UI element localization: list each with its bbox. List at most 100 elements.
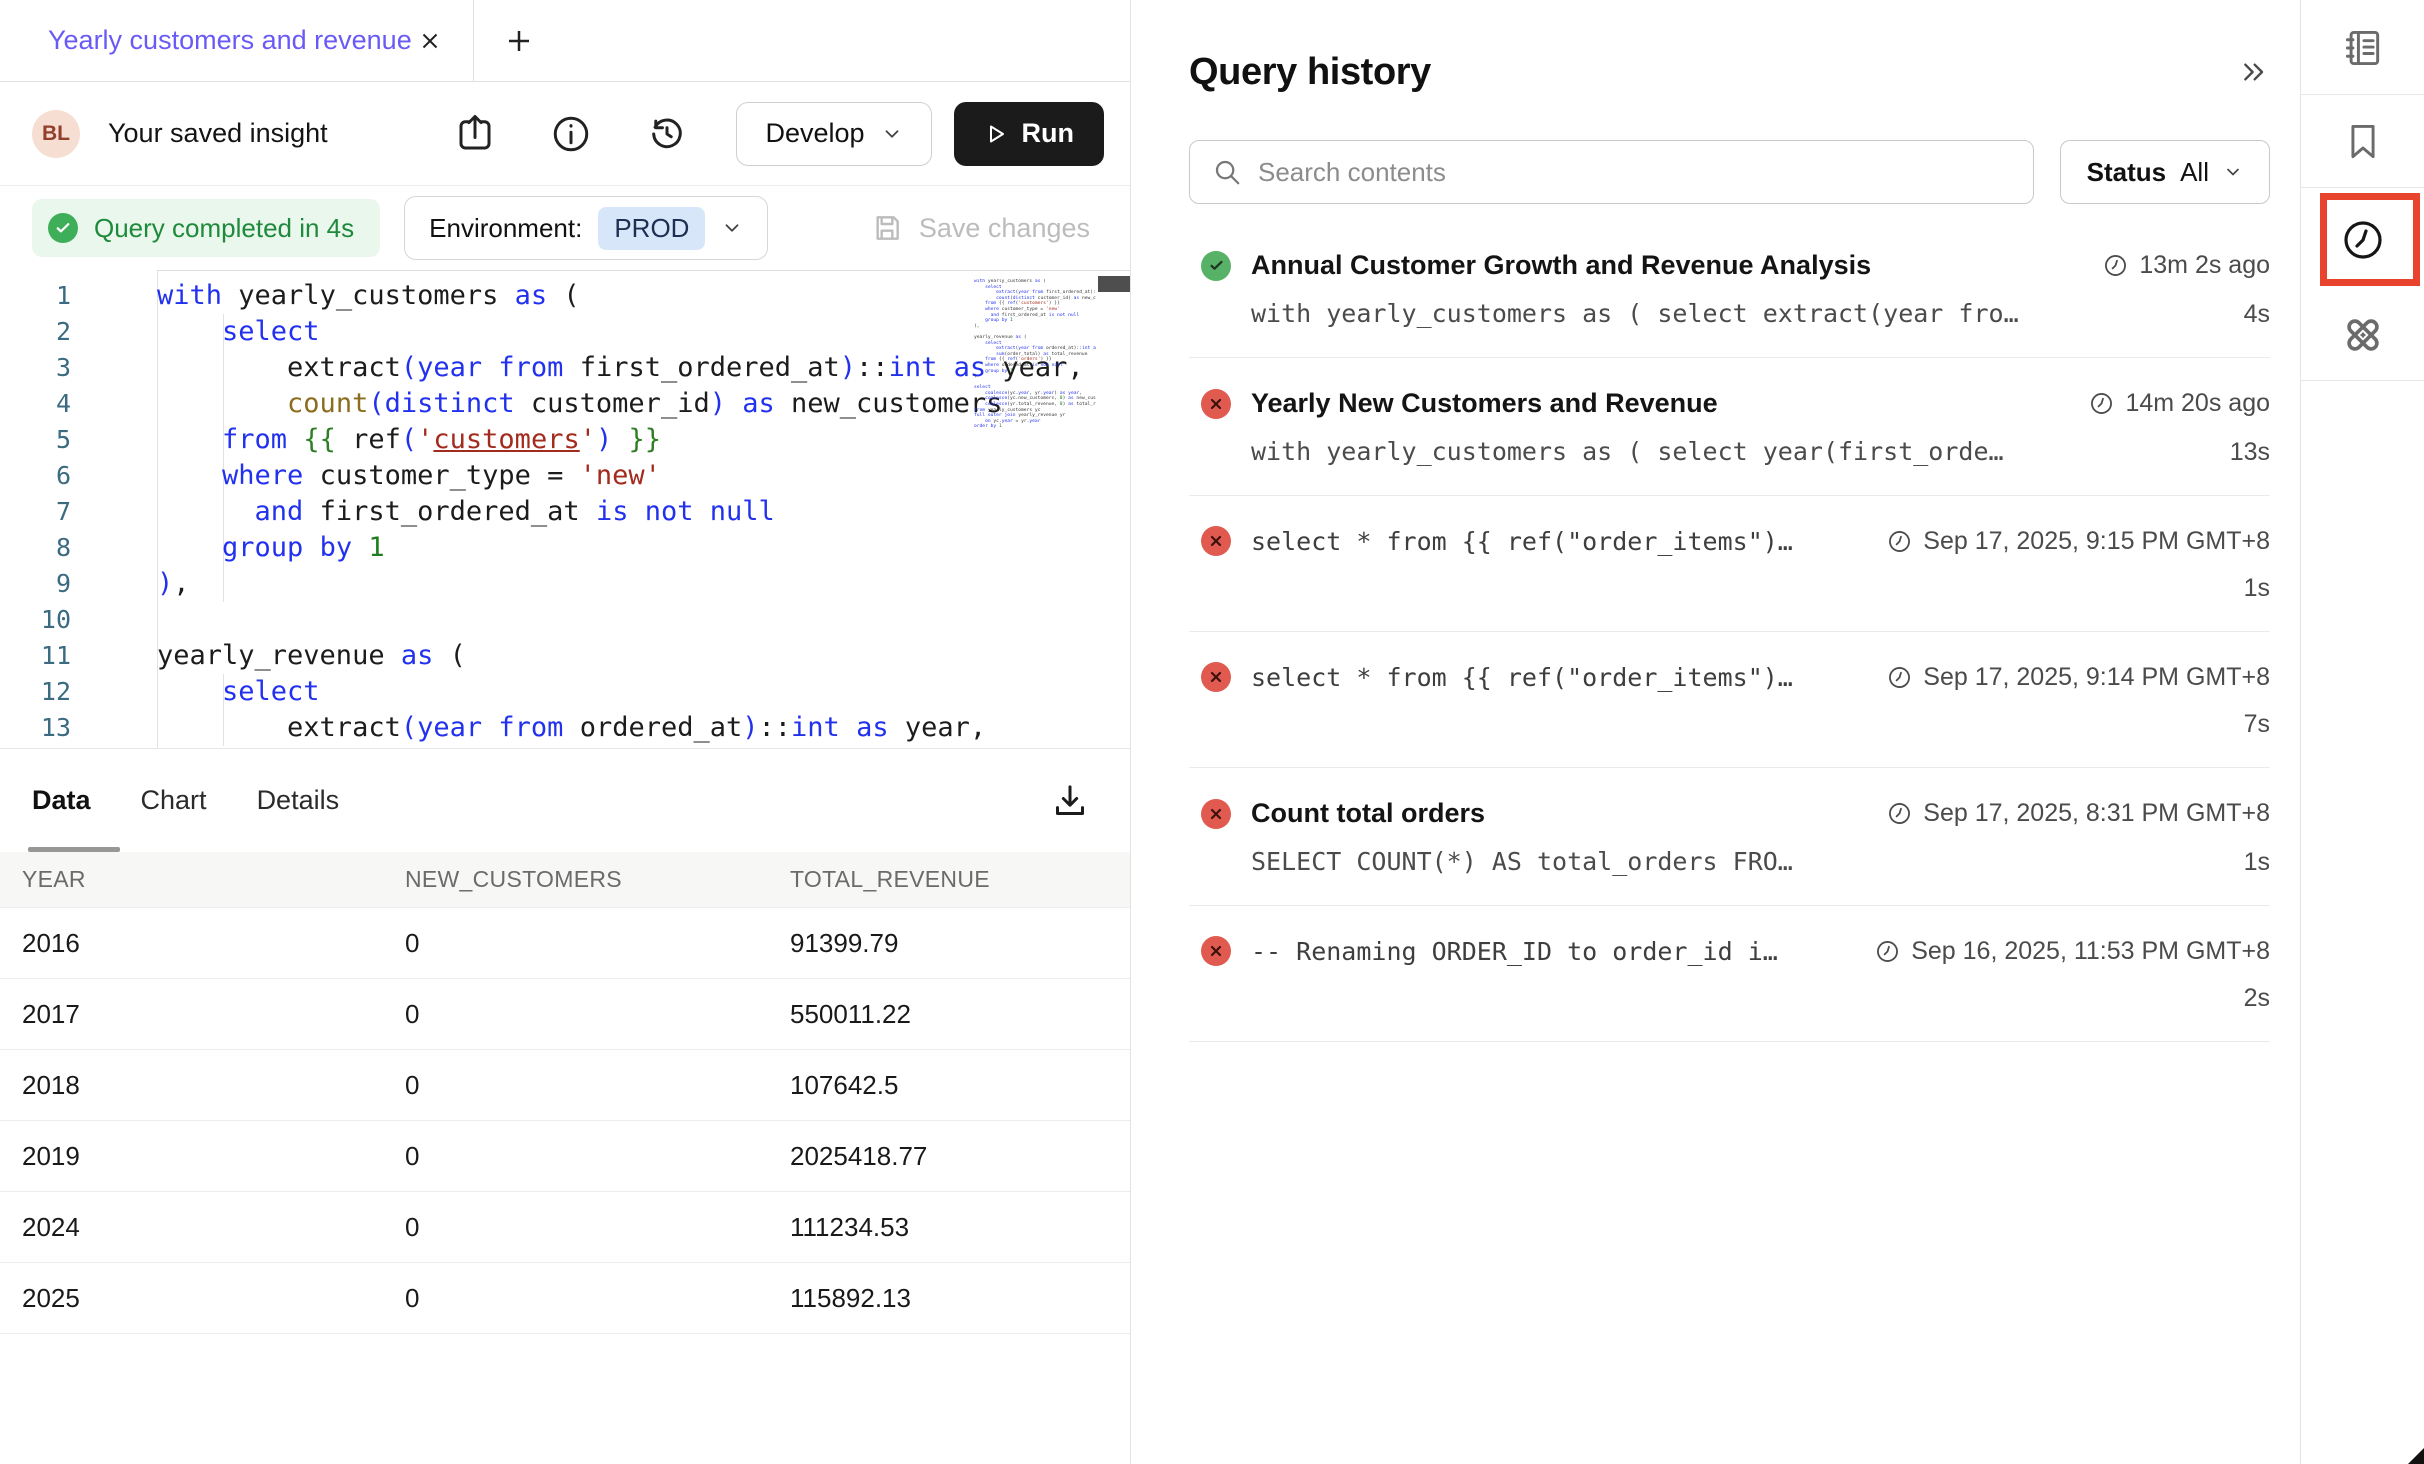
history-item[interactable]: Annual Customer Growth and Revenue Analy…	[1189, 220, 2270, 358]
close-tab-icon[interactable]	[417, 28, 443, 54]
develop-dropdown[interactable]: Develop	[736, 102, 931, 166]
code-line: 2 select	[0, 314, 1130, 350]
status-filter-dropdown[interactable]: Status All	[2060, 140, 2270, 204]
share-icon[interactable]	[454, 113, 496, 155]
code-lines: 1 with yearly_customers as ( 2 select 3 …	[0, 278, 1130, 746]
bookmark-icon[interactable]	[2301, 120, 2424, 164]
query-status-text: Query completed in 4s	[94, 213, 354, 244]
line-number: 2	[0, 314, 105, 350]
table-cell: 2025	[22, 1283, 405, 1314]
line-number: 11	[0, 638, 105, 674]
app-root: Yearly customers and revenue BL Your sav…	[0, 0, 2424, 1464]
code-line: 1 with yearly_customers as (	[0, 278, 1130, 314]
table-row: 2016091399.79	[0, 908, 1130, 979]
table-cell: 0	[405, 1212, 790, 1243]
success-check-icon	[48, 213, 78, 243]
table-row: 20250115892.13	[0, 1263, 1130, 1334]
table-cell: 0	[405, 1283, 790, 1314]
history-controls: Status All	[1189, 140, 2270, 204]
code-line: 6 where customer_type = 'new'	[0, 458, 1130, 494]
code-line: 8 group by 1	[0, 530, 1130, 566]
search-box	[1189, 140, 2034, 204]
query-history-header: Query history	[1189, 40, 2270, 104]
error-status-icon	[1201, 662, 1231, 692]
clock-icon	[2102, 252, 2129, 279]
clock-icon	[1886, 528, 1913, 555]
insight-toolbar: BL Your saved insight Develop Run	[0, 82, 1130, 186]
line-number: 12	[0, 674, 105, 710]
save-changes-button[interactable]: Save changes	[871, 212, 1090, 244]
table-cell: 111234.53	[790, 1212, 1130, 1243]
history-item[interactable]: select * from {{ ref("order_items")… Sep…	[1189, 496, 2270, 632]
history-item[interactable]: Count total orders Sep 17, 2025, 8:31 PM…	[1189, 768, 2270, 906]
tab-yearly-customers-and-revenue[interactable]: Yearly customers and revenue	[0, 0, 474, 81]
code-text: extract(year from first_ordered_at)::int…	[105, 350, 1084, 386]
editor-pane: Yearly customers and revenue BL Your sav…	[0, 0, 1131, 1464]
history-clock-icon[interactable]	[2301, 216, 2424, 264]
results-table: YEARNEW_CUSTOMERSTOTAL_REVENUE 201609139…	[0, 852, 1130, 1334]
editor-scrollbar-thumb[interactable]	[1098, 276, 1130, 292]
environment-value-badge: PROD	[598, 207, 705, 250]
query-status-pill: Query completed in 4s	[32, 199, 380, 257]
download-icon[interactable]	[1050, 781, 1090, 821]
new-tab-button[interactable]	[504, 26, 534, 56]
version-history-icon[interactable]	[646, 113, 688, 155]
run-label: Run	[1022, 118, 1074, 149]
rail-divider	[2301, 94, 2424, 95]
table-cell: 2018	[22, 1070, 405, 1101]
code-line: 11 yearly_revenue as (	[0, 638, 1130, 674]
code-line: 3 extract(year from first_ordered_at)::i…	[0, 350, 1130, 386]
avatar[interactable]: BL	[32, 110, 80, 158]
history-item-title: Yearly New Customers and Revenue	[1251, 388, 2068, 419]
code-text: from {{ ref('customers') }}	[105, 422, 661, 458]
history-item-title: Annual Customer Growth and Revenue Analy…	[1251, 250, 2082, 281]
table-row: 20240111234.53	[0, 1192, 1130, 1263]
code-text: where customer_type = 'new'	[105, 458, 661, 494]
rail-divider	[2301, 380, 2424, 381]
code-line: 7 and first_ordered_at is not null	[0, 494, 1130, 530]
table-cell: 107642.5	[790, 1070, 1130, 1101]
history-item[interactable]: select * from {{ ref("order_items")… Sep…	[1189, 632, 2270, 768]
history-item-query-preview: with yearly_customers as ( select year(f…	[1251, 437, 2230, 466]
error-status-icon	[1201, 526, 1231, 556]
code-text: ),	[105, 566, 190, 602]
table-header-row: YEARNEW_CUSTOMERSTOTAL_REVENUE	[0, 852, 1130, 908]
history-item-duration: 1s	[2244, 848, 2270, 877]
clock-icon	[1874, 938, 1901, 965]
history-item-duration: 13s	[2230, 438, 2270, 467]
line-number: 1	[0, 278, 105, 314]
history-item-duration: 2s	[2244, 984, 2270, 1013]
history-item-time: 13m 2s ago	[2139, 251, 2270, 280]
avatar-initials: BL	[42, 122, 70, 146]
code-text: with yearly_customers as (	[105, 278, 580, 314]
run-button[interactable]: Run	[954, 102, 1104, 166]
sql-editor[interactable]: 1 with yearly_customers as ( 2 select 3 …	[0, 270, 1130, 748]
line-number: 10	[0, 602, 105, 638]
history-item[interactable]: Yearly New Customers and Revenue 14m 20s…	[1189, 358, 2270, 496]
search-input[interactable]	[1258, 157, 2013, 188]
develop-label: Develop	[765, 118, 864, 149]
line-number: 4	[0, 386, 105, 422]
column-header: YEAR	[22, 866, 405, 893]
table-row: 201902025418.77	[0, 1121, 1130, 1192]
history-item-time: Sep 17, 2025, 8:31 PM GMT+8	[1923, 799, 2270, 828]
query-history-panel: Query history Status All Annual Customer…	[1131, 0, 2300, 1464]
column-header: NEW_CUSTOMERS	[405, 866, 790, 893]
tab-bar: Yearly customers and revenue	[0, 0, 1130, 82]
results-tab-details[interactable]: Details	[257, 785, 340, 816]
line-number: 13	[0, 710, 105, 746]
collapse-panel-icon[interactable]	[2238, 56, 2270, 88]
search-icon	[1212, 157, 1242, 187]
notebook-icon[interactable]	[2301, 26, 2424, 70]
table-cell: 0	[405, 928, 790, 959]
code-line: 13 extract(year from ordered_at)::int as…	[0, 710, 1130, 746]
editor-minimap[interactable]: with yearly_customers as ( select extrac…	[974, 279, 1096, 430]
results-tab-data[interactable]: Data	[32, 785, 91, 816]
table-cell: 0	[405, 999, 790, 1030]
environment-selector[interactable]: Environment: PROD	[404, 196, 768, 260]
info-icon[interactable]	[550, 113, 592, 155]
semantic-knot-icon[interactable]	[2301, 312, 2424, 358]
history-item[interactable]: -- Renaming ORDER_ID to order_id i… Sep …	[1189, 906, 2270, 1042]
results-tab-chart[interactable]: Chart	[141, 785, 207, 816]
save-changes-label: Save changes	[919, 213, 1090, 244]
